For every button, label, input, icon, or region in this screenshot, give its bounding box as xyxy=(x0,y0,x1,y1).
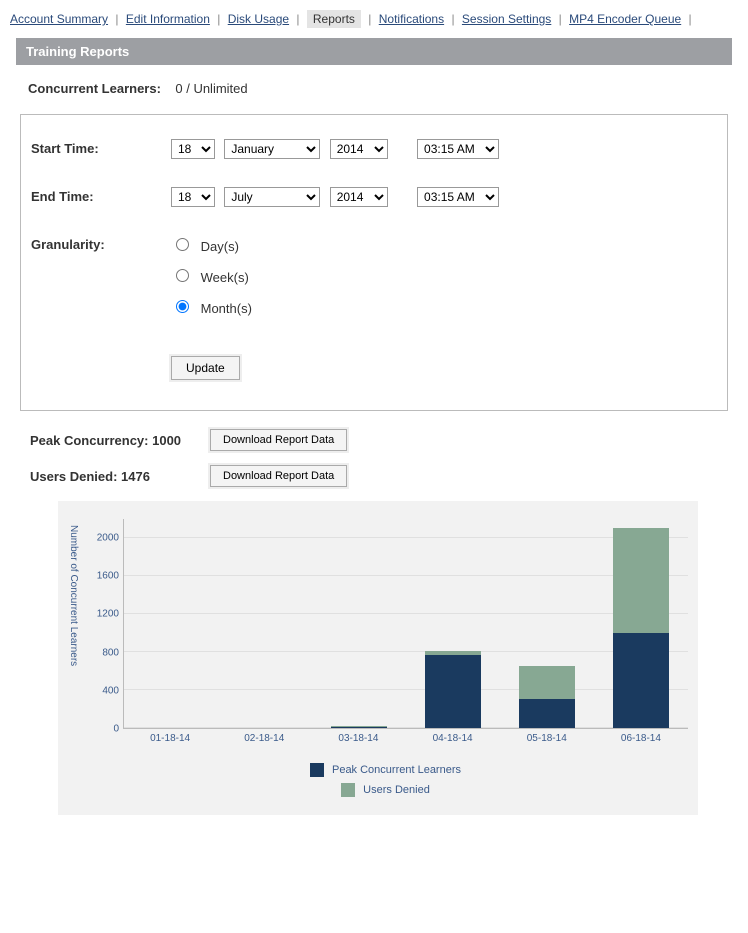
start-year-select[interactable]: 2014 xyxy=(330,139,388,159)
chart-plot-area: 0400800120016002000 xyxy=(83,519,688,729)
chart-bar xyxy=(519,666,575,728)
chart-x-tick: 04-18-14 xyxy=(433,733,473,744)
top-nav: Account Summary | Edit Information | Dis… xyxy=(8,8,740,34)
granularity-day-radio[interactable] xyxy=(176,238,189,251)
nav-edit-information[interactable]: Edit Information xyxy=(126,12,210,26)
start-time-label: Start Time: xyxy=(31,139,171,156)
chart-y-axis-label: Number of Concurrent Learners xyxy=(68,519,79,666)
granularity-week-label[interactable]: Week(s) xyxy=(171,266,717,285)
chart-bar xyxy=(331,726,387,728)
chart-x-tick: 05-18-14 xyxy=(527,733,567,744)
chart-x-tick: 01-18-14 xyxy=(150,733,190,744)
chart-y-tick: 400 xyxy=(102,685,119,696)
granularity-month-label[interactable]: Month(s) xyxy=(171,297,717,316)
chart-y-tick: 1600 xyxy=(97,571,119,582)
end-time-select[interactable]: 03:15 AM xyxy=(417,187,499,207)
chart-legend: Peak Concurrent Learners Users Denied xyxy=(83,761,688,799)
users-denied-row: Users Denied: 1476 Download Report Data xyxy=(30,465,724,487)
granularity-week-radio[interactable] xyxy=(176,269,189,282)
users-denied-label: Users Denied: 1476 xyxy=(30,469,210,484)
nav-mp4-encoder-queue[interactable]: MP4 Encoder Queue xyxy=(569,12,681,26)
concurrent-learners-row: Concurrent Learners: 0 / Unlimited xyxy=(8,75,740,114)
nav-reports[interactable]: Reports xyxy=(307,10,361,28)
concurrent-learners-label: Concurrent Learners: xyxy=(28,81,161,96)
chart-y-tick: 2000 xyxy=(97,533,119,544)
chart-bar xyxy=(425,651,481,728)
start-time-select[interactable]: 03:15 AM xyxy=(417,139,499,159)
update-button[interactable]: Update xyxy=(171,356,240,380)
nav-session-settings[interactable]: Session Settings xyxy=(462,12,551,26)
peak-concurrency-label: Peak Concurrency: 1000 xyxy=(30,433,210,448)
chart-y-tick: 1200 xyxy=(97,609,119,620)
nav-disk-usage[interactable]: Disk Usage xyxy=(228,12,289,26)
granularity-month-radio[interactable] xyxy=(176,300,189,313)
peak-concurrency-row: Peak Concurrency: 1000 Download Report D… xyxy=(30,429,724,451)
end-day-select[interactable]: 18 xyxy=(171,187,215,207)
concurrent-learners-value: 0 / Unlimited xyxy=(175,81,247,96)
end-year-select[interactable]: 2014 xyxy=(330,187,388,207)
chart-container: Number of Concurrent Learners 0 400 800 120… xyxy=(58,501,698,815)
chart-x-tick: 03-18-14 xyxy=(338,733,378,744)
chart-y-tick: 0 xyxy=(113,724,119,735)
download-denied-button[interactable]: Download Report Data xyxy=(210,465,347,487)
granularity-day-label[interactable]: Day(s) xyxy=(171,235,717,254)
start-month-select[interactable]: January xyxy=(224,139,320,159)
chart-legend-item: Users Denied xyxy=(341,783,430,797)
nav-account-summary[interactable]: Account Summary xyxy=(10,12,108,26)
nav-notifications[interactable]: Notifications xyxy=(379,12,444,26)
page-title: Training Reports xyxy=(16,38,732,65)
chart-x-tick: 06-18-14 xyxy=(621,733,661,744)
granularity-label: Granularity: xyxy=(31,235,171,252)
chart-y-tick: 800 xyxy=(102,647,119,658)
report-form: Start Time: 18 January 2014 03:15 AM End… xyxy=(20,114,728,411)
chart-legend-item: Peak Concurrent Learners xyxy=(310,763,461,777)
chart-bar xyxy=(613,528,669,728)
download-peak-button[interactable]: Download Report Data xyxy=(210,429,347,451)
chart-x-tick: 02-18-14 xyxy=(244,733,284,744)
end-time-label: End Time: xyxy=(31,187,171,204)
start-day-select[interactable]: 18 xyxy=(171,139,215,159)
end-month-select[interactable]: July xyxy=(224,187,320,207)
